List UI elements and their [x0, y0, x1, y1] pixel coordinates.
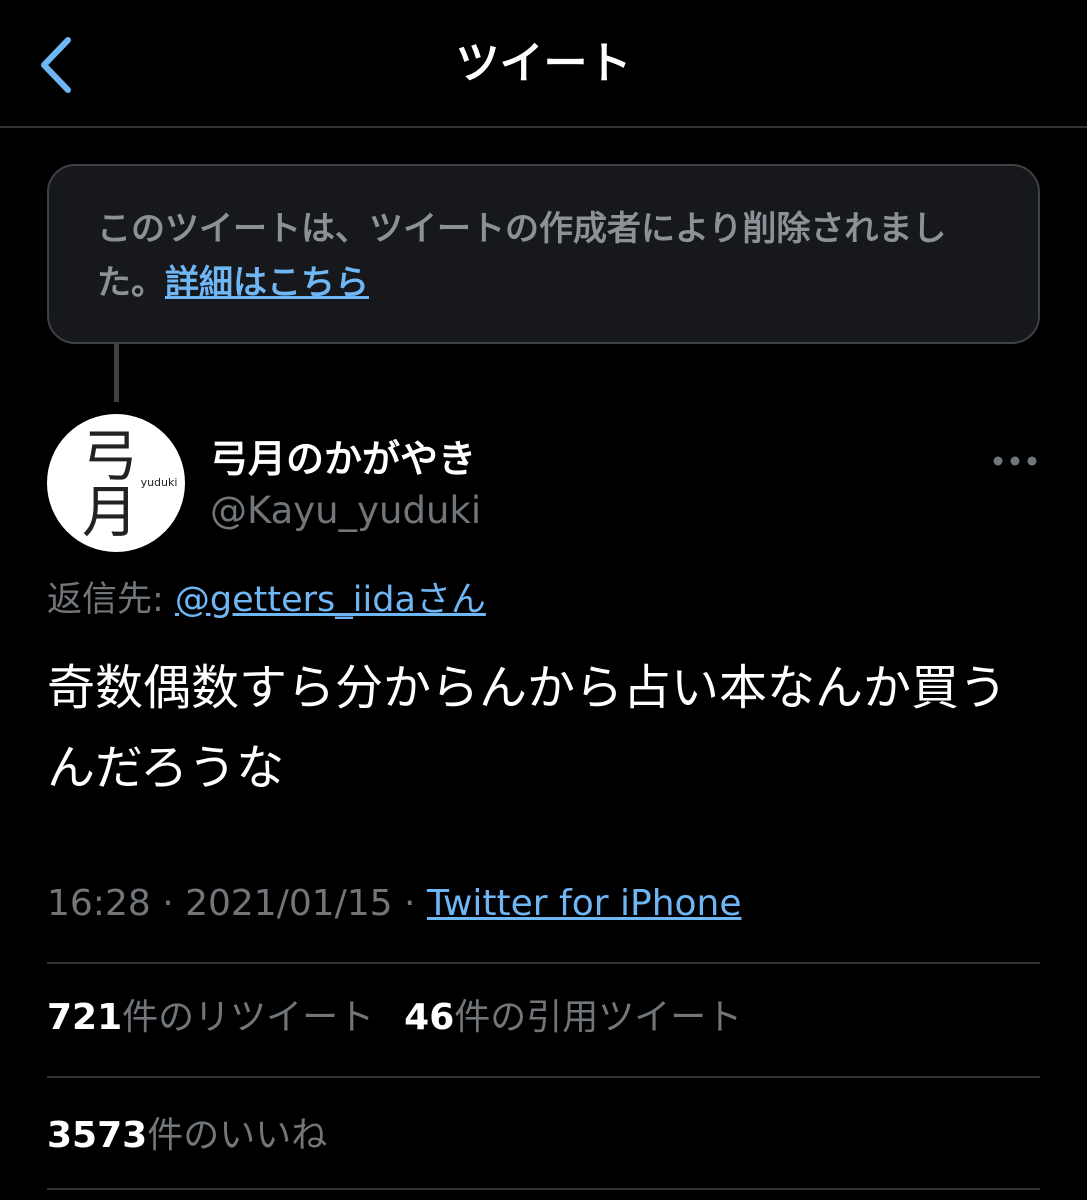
- top-bar: ツイート: [0, 0, 1087, 128]
- avatar[interactable]: 弓月 yuduki: [47, 414, 185, 552]
- more-options-button[interactable]: [990, 448, 1040, 474]
- display-name[interactable]: 弓月のかがやき: [210, 434, 476, 484]
- meta-separator: ·: [150, 883, 186, 924]
- likes-stat[interactable]: 3573件のいいね: [47, 1115, 327, 1156]
- tweet-body: 奇数偶数すら分からんから占い本なんか買うんだろうな: [47, 660, 1008, 796]
- meta-separator: ·: [392, 883, 427, 924]
- divider: [47, 1076, 1040, 1078]
- tweet-metadata: 16:28 · 2021/01/15 · Twitter for iPhone: [47, 878, 742, 930]
- tweet-date: 2021/01/15: [185, 883, 393, 924]
- quotes-count: 46: [404, 997, 455, 1038]
- deleted-tweet-notice: このツイートは、ツイートの作成者により削除されました。詳細はこちら: [47, 164, 1040, 344]
- likes-stats-row: 3573件のいいね: [47, 1110, 327, 1162]
- quotes-stat[interactable]: 46件の引用ツイート: [404, 997, 742, 1038]
- learn-more-link[interactable]: 詳細はこちら: [165, 263, 369, 303]
- retweets-count: 721: [47, 997, 123, 1038]
- retweet-stats-row: 721件のリツイート 46件の引用ツイート: [47, 992, 742, 1044]
- tweet-time: 16:28: [47, 883, 151, 924]
- reply-mention-link[interactable]: @getters_iidaさん: [175, 580, 486, 620]
- avatar-text-small: yuduki: [141, 476, 178, 489]
- likes-count: 3573: [47, 1115, 148, 1156]
- more-dots-icon: [993, 456, 1037, 466]
- thread-connector: [114, 344, 119, 402]
- user-handle[interactable]: @Kayu_yuduki: [210, 486, 481, 536]
- quotes-label: 件の引用ツイート: [454, 997, 743, 1038]
- reply-prefix: 返信先:: [47, 580, 175, 620]
- page-title: ツイート: [455, 38, 632, 89]
- avatar-text-large: 弓月: [73, 426, 138, 538]
- divider: [47, 962, 1040, 964]
- divider: [47, 1188, 1040, 1190]
- retweets-stat[interactable]: 721件のリツイート: [47, 997, 374, 1038]
- tweet-source-link[interactable]: Twitter for iPhone: [427, 883, 742, 924]
- retweets-label: 件のリツイート: [122, 997, 375, 1038]
- likes-label: 件のいいね: [147, 1115, 328, 1156]
- reply-context: 返信先: @getters_iidaさん: [47, 574, 486, 626]
